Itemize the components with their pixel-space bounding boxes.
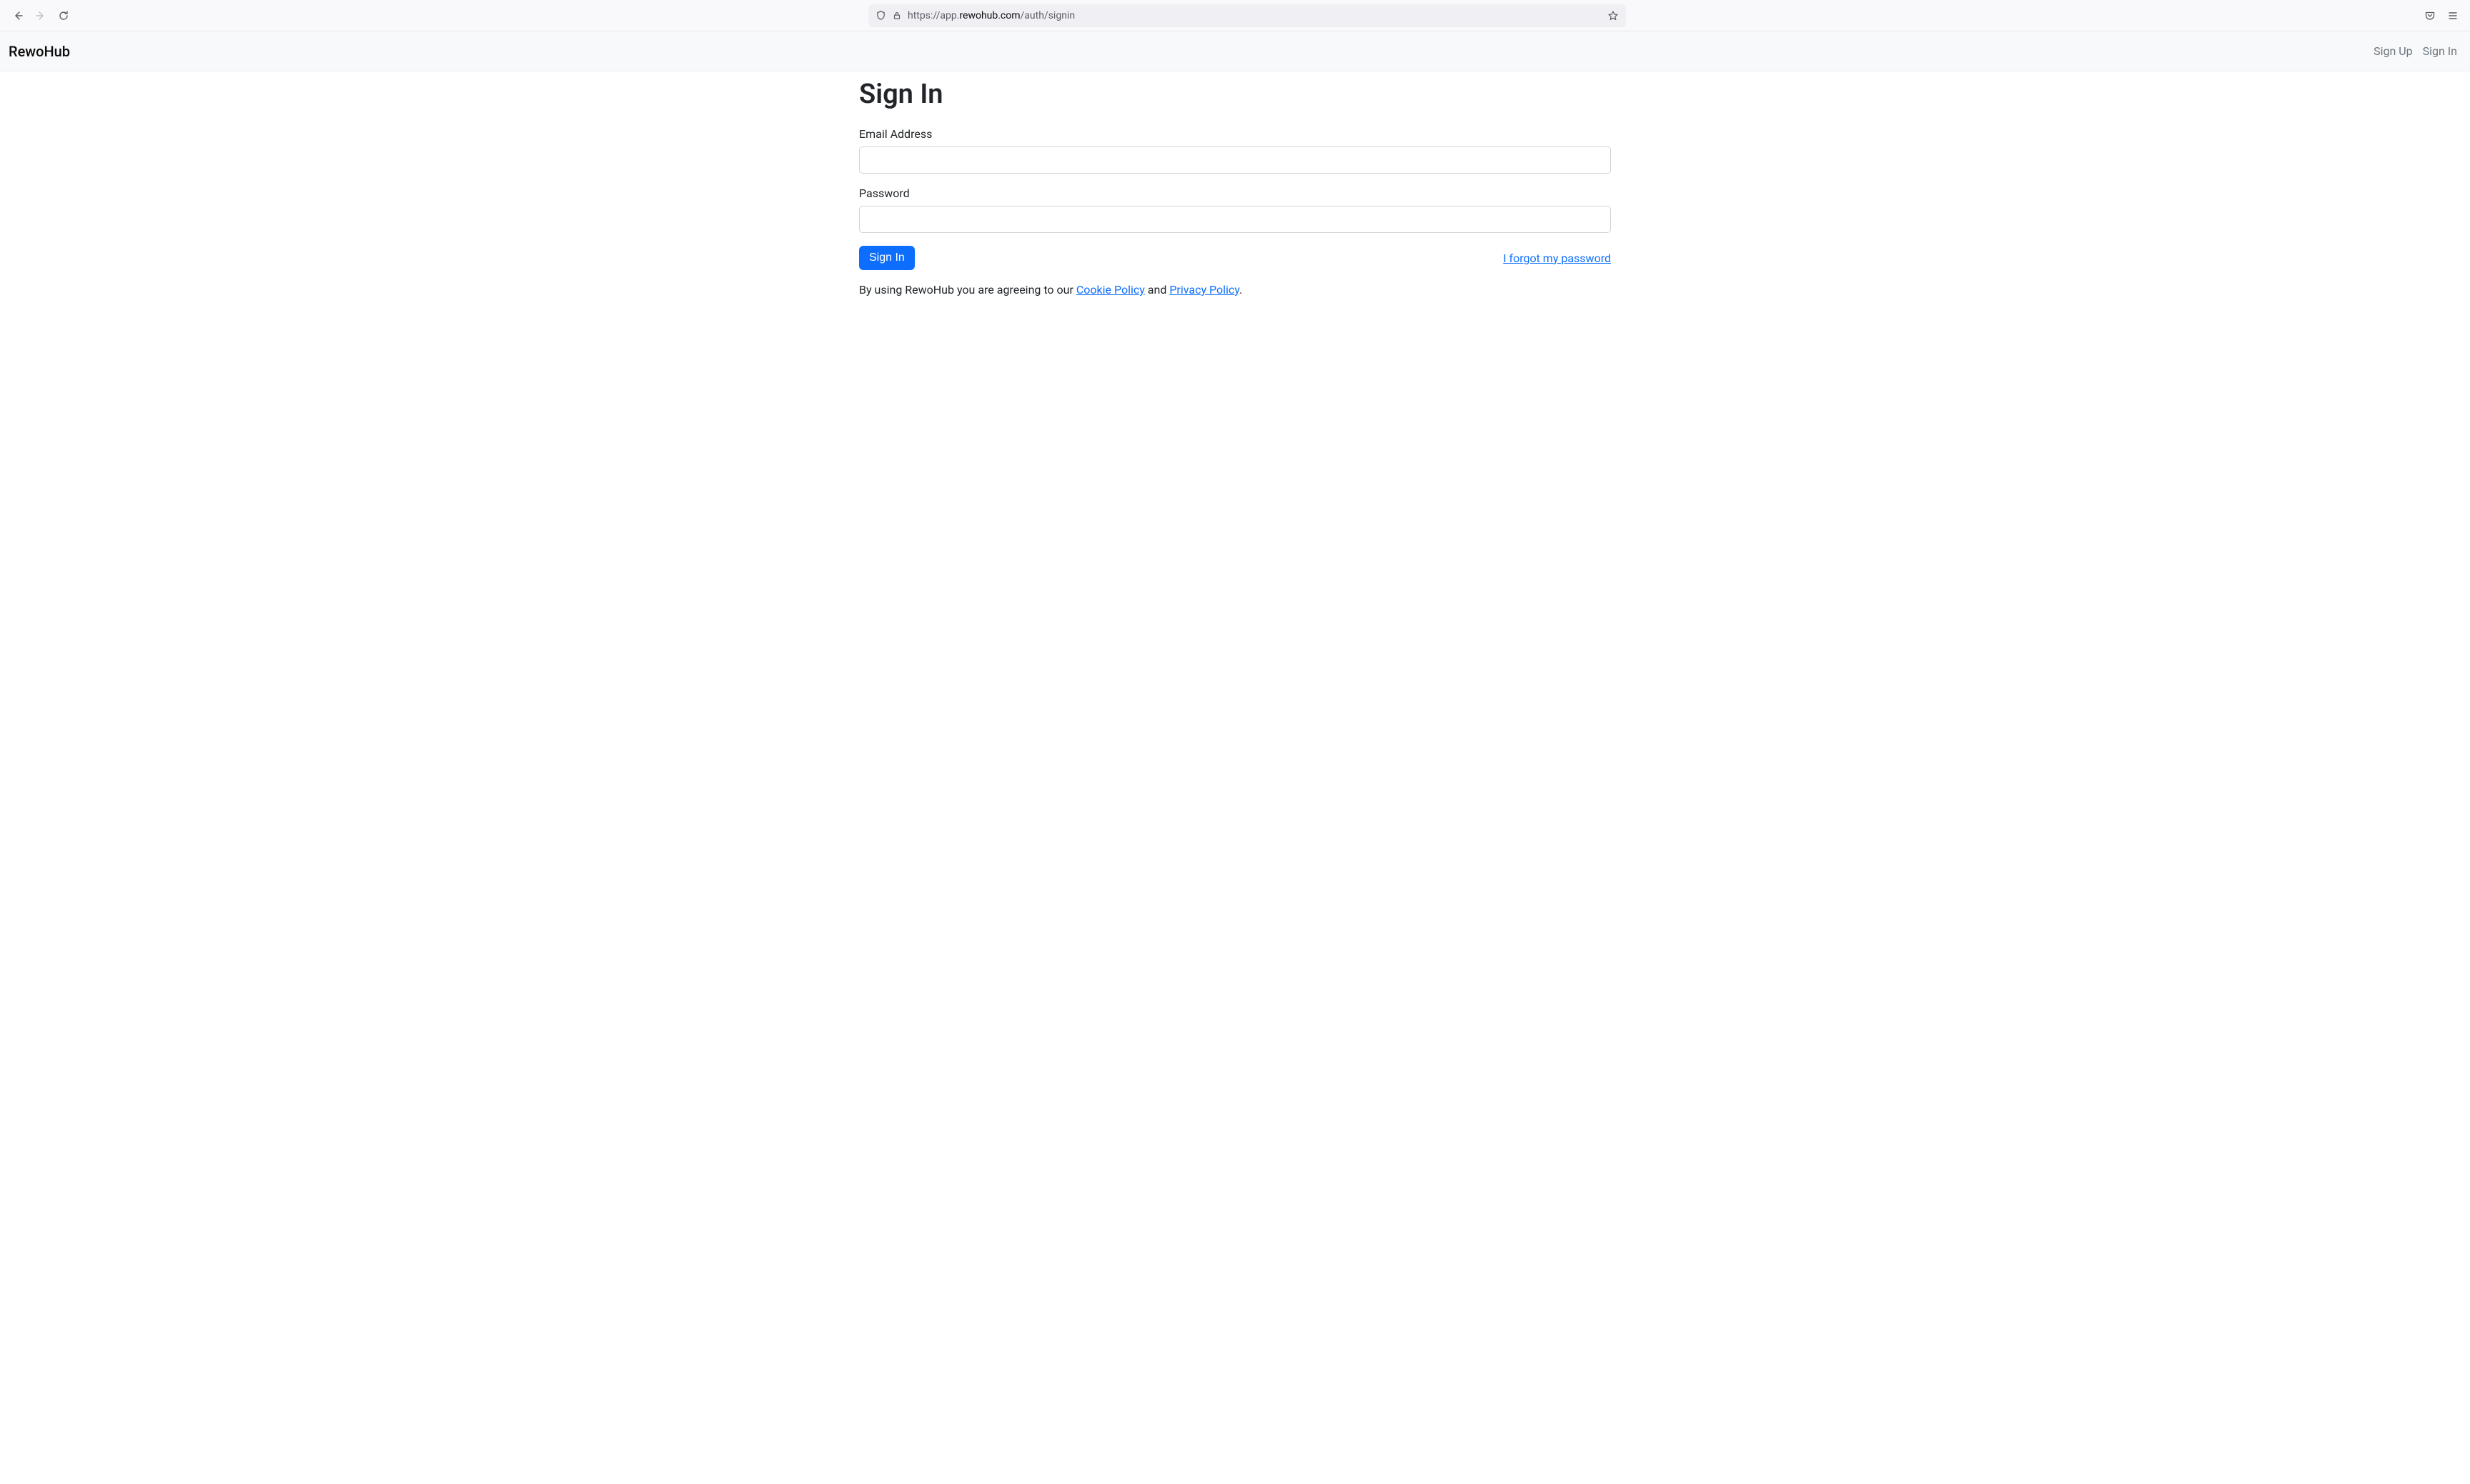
browser-toolbar: https://app.rewohub.com/auth/signin bbox=[0, 0, 2470, 31]
password-form-group: Password bbox=[859, 186, 1611, 233]
star-icon bbox=[1607, 10, 1619, 21]
terms-text: By using RewoHub you are agreeing to our… bbox=[859, 283, 1611, 297]
url-domain: rewohub.com bbox=[959, 10, 1020, 21]
url-text: https://app.rewohub.com/auth/signin bbox=[908, 10, 1602, 21]
nav-signin-link[interactable]: Sign In bbox=[2423, 44, 2457, 58]
signin-button[interactable]: Sign In bbox=[859, 246, 915, 270]
app-header: RewoHub Sign Up Sign In bbox=[0, 31, 2470, 71]
lock-icon bbox=[892, 11, 902, 21]
pocket-button[interactable] bbox=[2424, 10, 2436, 21]
arrow-left-icon bbox=[12, 10, 24, 21]
url-bar[interactable]: https://app.rewohub.com/auth/signin bbox=[868, 4, 1626, 27]
menu-button[interactable] bbox=[2447, 10, 2459, 21]
password-input[interactable] bbox=[859, 206, 1611, 233]
email-form-group: Email Address bbox=[859, 127, 1611, 174]
main-content: Sign In Email Address Password Sign In I… bbox=[859, 71, 1611, 311]
page-title: Sign In bbox=[859, 79, 1611, 110]
back-button[interactable] bbox=[11, 9, 24, 22]
forward-button[interactable] bbox=[34, 9, 47, 22]
url-prefix: https://app. bbox=[908, 10, 959, 21]
url-path: /auth/signin bbox=[1021, 10, 1076, 21]
action-row: Sign In I forgot my password bbox=[859, 246, 1611, 270]
cookie-policy-link[interactable]: Cookie Policy bbox=[1076, 283, 1145, 297]
browser-right-icons bbox=[2424, 10, 2459, 21]
password-label: Password bbox=[859, 186, 1611, 200]
terms-and: and bbox=[1145, 283, 1170, 297]
email-input[interactable] bbox=[859, 146, 1611, 174]
url-security-icons bbox=[876, 10, 902, 21]
header-nav: Sign Up Sign In bbox=[2374, 44, 2457, 58]
privacy-policy-link[interactable]: Privacy Policy bbox=[1169, 283, 1239, 297]
pocket-icon bbox=[2424, 10, 2436, 21]
nav-signup-link[interactable]: Sign Up bbox=[2374, 44, 2413, 58]
arrow-right-icon bbox=[35, 10, 46, 21]
shield-icon bbox=[876, 10, 886, 21]
terms-prefix: By using RewoHub you are agreeing to our bbox=[859, 283, 1076, 297]
reload-button[interactable] bbox=[57, 9, 70, 22]
email-label: Email Address bbox=[859, 127, 1611, 141]
forgot-password-link[interactable]: I forgot my password bbox=[1503, 252, 1611, 265]
bookmark-button[interactable] bbox=[1607, 10, 1619, 21]
hamburger-icon bbox=[2447, 10, 2459, 21]
url-bar-container: https://app.rewohub.com/auth/signin bbox=[77, 4, 2417, 27]
nav-buttons bbox=[11, 9, 70, 22]
terms-suffix: . bbox=[1239, 283, 1242, 297]
reload-icon bbox=[58, 10, 69, 21]
brand-logo[interactable]: RewoHub bbox=[9, 43, 70, 60]
